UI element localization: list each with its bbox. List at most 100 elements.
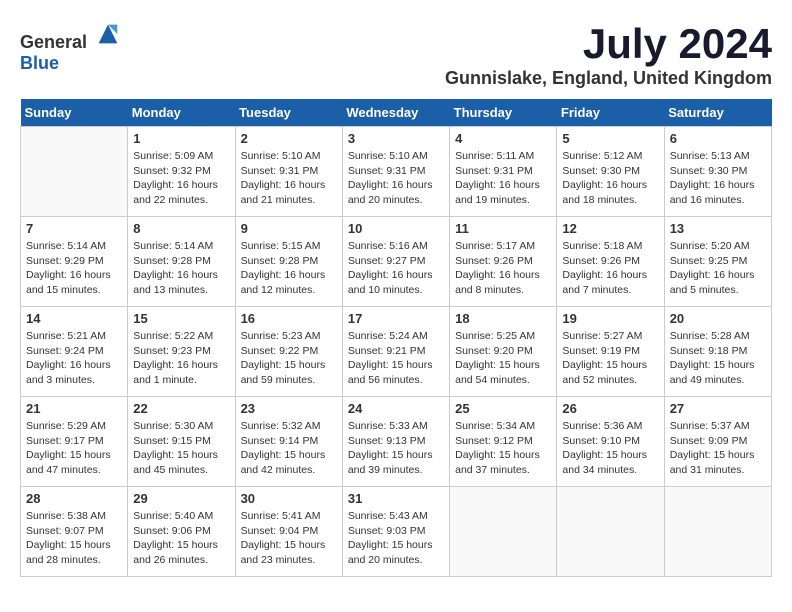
day-number: 1 [133, 131, 229, 146]
day-info: Sunrise: 5:23 AMSunset: 9:22 PMDaylight:… [241, 329, 337, 388]
day-info: Sunrise: 5:17 AMSunset: 9:26 PMDaylight:… [455, 239, 551, 298]
day-number: 25 [455, 401, 551, 416]
day-info: Sunrise: 5:30 AMSunset: 9:15 PMDaylight:… [133, 419, 229, 478]
day-number: 26 [562, 401, 658, 416]
day-number: 13 [670, 221, 766, 236]
day-info: Sunrise: 5:36 AMSunset: 9:10 PMDaylight:… [562, 419, 658, 478]
day-info: Sunrise: 5:28 AMSunset: 9:18 PMDaylight:… [670, 329, 766, 388]
calendar-cell: 23 Sunrise: 5:32 AMSunset: 9:14 PMDayligh… [235, 397, 342, 487]
day-info: Sunrise: 5:16 AMSunset: 9:27 PMDaylight:… [348, 239, 444, 298]
day-number: 14 [26, 311, 122, 326]
day-info: Sunrise: 5:12 AMSunset: 9:30 PMDaylight:… [562, 149, 658, 208]
calendar-cell: 30 Sunrise: 5:41 AMSunset: 9:04 PMDayligh… [235, 487, 342, 577]
day-number: 2 [241, 131, 337, 146]
day-number: 3 [348, 131, 444, 146]
day-info: Sunrise: 5:22 AMSunset: 9:23 PMDaylight:… [133, 329, 229, 388]
day-info: Sunrise: 5:09 AMSunset: 9:32 PMDaylight:… [133, 149, 229, 208]
day-number: 20 [670, 311, 766, 326]
calendar-cell: 11 Sunrise: 5:17 AMSunset: 9:26 PMDayligh… [450, 217, 557, 307]
day-number: 15 [133, 311, 229, 326]
calendar-cell: 29 Sunrise: 5:40 AMSunset: 9:06 PMDayligh… [128, 487, 235, 577]
day-number: 27 [670, 401, 766, 416]
day-number: 17 [348, 311, 444, 326]
logo-blue: Blue [20, 53, 59, 73]
location-title: Gunnislake, England, United Kingdom [445, 68, 772, 89]
calendar-cell: 14 Sunrise: 5:21 AMSunset: 9:24 PMDayligh… [21, 307, 128, 397]
calendar-cell: 15 Sunrise: 5:22 AMSunset: 9:23 PMDayligh… [128, 307, 235, 397]
calendar-week-row: 1 Sunrise: 5:09 AMSunset: 9:32 PMDaylight… [21, 127, 772, 217]
day-info: Sunrise: 5:27 AMSunset: 9:19 PMDaylight:… [562, 329, 658, 388]
day-number: 30 [241, 491, 337, 506]
calendar-cell: 10 Sunrise: 5:16 AMSunset: 9:27 PMDayligh… [342, 217, 449, 307]
calendar-cell: 31Sunrise: 5:43 AMSunset: 9:03 PMDayligh… [342, 487, 449, 577]
day-header-sunday: Sunday [21, 99, 128, 127]
calendar-cell: 17Sunrise: 5:24 AMSunset: 9:21 PMDayligh… [342, 307, 449, 397]
day-number: 23 [241, 401, 337, 416]
calendar-cell [557, 487, 664, 577]
day-number: 6 [670, 131, 766, 146]
day-info: Sunrise: 5:34 AMSunset: 9:12 PMDaylight:… [455, 419, 551, 478]
day-info: Sunrise: 5:10 AMSunset: 9:31 PMDaylight:… [348, 149, 444, 208]
calendar-cell [664, 487, 771, 577]
calendar-cell: 18Sunrise: 5:25 AMSunset: 9:20 PMDayligh… [450, 307, 557, 397]
logo-general: General [20, 32, 87, 52]
day-number: 12 [562, 221, 658, 236]
day-number: 22 [133, 401, 229, 416]
calendar-cell: 21 Sunrise: 5:29 AMSunset: 9:17 PMDayligh… [21, 397, 128, 487]
calendar-cell: 28 Sunrise: 5:38 AMSunset: 9:07 PMDayligh… [21, 487, 128, 577]
calendar-cell: 9 Sunrise: 5:15 AMSunset: 9:28 PMDaylight… [235, 217, 342, 307]
day-header-friday: Friday [557, 99, 664, 127]
calendar-cell: 2 Sunrise: 5:10 AMSunset: 9:31 PMDaylight… [235, 127, 342, 217]
day-info: Sunrise: 5:21 AMSunset: 9:24 PMDaylight:… [26, 329, 122, 388]
calendar-cell: 13Sunrise: 5:20 AMSunset: 9:25 PMDayligh… [664, 217, 771, 307]
day-number: 10 [348, 221, 444, 236]
day-number: 21 [26, 401, 122, 416]
day-number: 8 [133, 221, 229, 236]
calendar-cell: 19 Sunrise: 5:27 AMSunset: 9:19 PMDayligh… [557, 307, 664, 397]
day-header-saturday: Saturday [664, 99, 771, 127]
calendar-cell: 26 Sunrise: 5:36 AMSunset: 9:10 PMDayligh… [557, 397, 664, 487]
calendar-week-row: 28 Sunrise: 5:38 AMSunset: 9:07 PMDayligh… [21, 487, 772, 577]
calendar-cell [21, 127, 128, 217]
day-number: 11 [455, 221, 551, 236]
day-info: Sunrise: 5:40 AMSunset: 9:06 PMDaylight:… [133, 509, 229, 568]
calendar-cell: 3 Sunrise: 5:10 AMSunset: 9:31 PMDaylight… [342, 127, 449, 217]
day-info: Sunrise: 5:33 AMSunset: 9:13 PMDaylight:… [348, 419, 444, 478]
calendar-cell: 12Sunrise: 5:18 AMSunset: 9:26 PMDayligh… [557, 217, 664, 307]
day-info: Sunrise: 5:14 AMSunset: 9:29 PMDaylight:… [26, 239, 122, 298]
calendar-cell: 6Sunrise: 5:13 AMSunset: 9:30 PMDaylight… [664, 127, 771, 217]
day-number: 7 [26, 221, 122, 236]
day-number: 9 [241, 221, 337, 236]
calendar-cell: 1 Sunrise: 5:09 AMSunset: 9:32 PMDaylight… [128, 127, 235, 217]
page-header: General Blue July 2024 Gunnislake, Engla… [20, 20, 772, 89]
calendar-table: SundayMondayTuesdayWednesdayThursdayFrid… [20, 99, 772, 577]
day-number: 19 [562, 311, 658, 326]
day-header-wednesday: Wednesday [342, 99, 449, 127]
day-number: 16 [241, 311, 337, 326]
logo-icon [94, 20, 122, 48]
day-info: Sunrise: 5:11 AMSunset: 9:31 PMDaylight:… [455, 149, 551, 208]
calendar-cell: 4 Sunrise: 5:11 AMSunset: 9:31 PMDaylight… [450, 127, 557, 217]
day-info: Sunrise: 5:10 AMSunset: 9:31 PMDaylight:… [241, 149, 337, 208]
day-info: Sunrise: 5:37 AMSunset: 9:09 PMDaylight:… [670, 419, 766, 478]
calendar-cell [450, 487, 557, 577]
day-info: Sunrise: 5:41 AMSunset: 9:04 PMDaylight:… [241, 509, 337, 568]
calendar-cell: 25 Sunrise: 5:34 AMSunset: 9:12 PMDayligh… [450, 397, 557, 487]
calendar-cell: 20 Sunrise: 5:28 AMSunset: 9:18 PMDayligh… [664, 307, 771, 397]
day-number: 29 [133, 491, 229, 506]
day-info: Sunrise: 5:32 AMSunset: 9:14 PMDaylight:… [241, 419, 337, 478]
day-number: 4 [455, 131, 551, 146]
day-info: Sunrise: 5:29 AMSunset: 9:17 PMDaylight:… [26, 419, 122, 478]
day-info: Sunrise: 5:43 AMSunset: 9:03 PMDaylight:… [348, 509, 444, 568]
day-number: 28 [26, 491, 122, 506]
day-header-thursday: Thursday [450, 99, 557, 127]
day-info: Sunrise: 5:15 AMSunset: 9:28 PMDaylight:… [241, 239, 337, 298]
calendar-cell: 22 Sunrise: 5:30 AMSunset: 9:15 PMDayligh… [128, 397, 235, 487]
calendar-week-row: 21 Sunrise: 5:29 AMSunset: 9:17 PMDayligh… [21, 397, 772, 487]
day-info: Sunrise: 5:25 AMSunset: 9:20 PMDaylight:… [455, 329, 551, 388]
day-info: Sunrise: 5:38 AMSunset: 9:07 PMDaylight:… [26, 509, 122, 568]
calendar-cell: 27 Sunrise: 5:37 AMSunset: 9:09 PMDayligh… [664, 397, 771, 487]
calendar-cell: 16 Sunrise: 5:23 AMSunset: 9:22 PMDayligh… [235, 307, 342, 397]
calendar-cell: 5Sunrise: 5:12 AMSunset: 9:30 PMDaylight… [557, 127, 664, 217]
logo-text: General Blue [20, 20, 122, 74]
